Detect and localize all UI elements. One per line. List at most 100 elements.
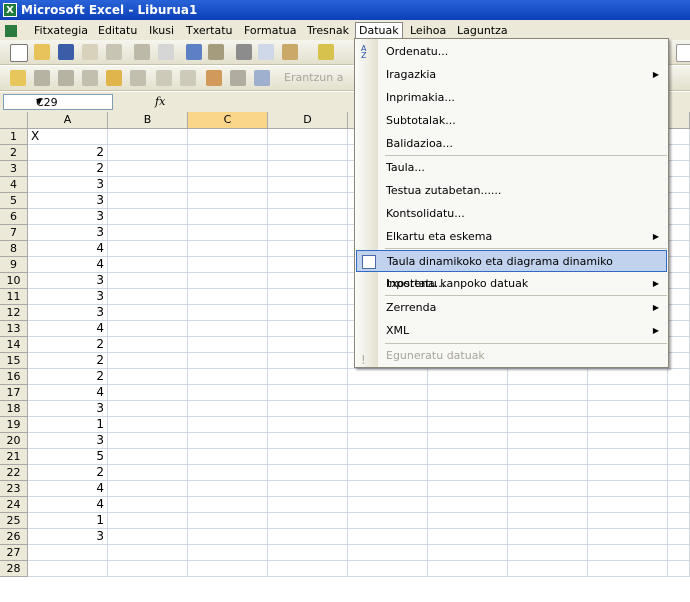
cell[interactable] bbox=[668, 529, 690, 545]
cell[interactable] bbox=[668, 305, 690, 321]
cell[interactable] bbox=[508, 481, 588, 497]
cell[interactable] bbox=[668, 481, 690, 497]
cell[interactable] bbox=[668, 289, 690, 305]
menu-tresnak[interactable]: Tresnak bbox=[304, 23, 352, 38]
cell[interactable] bbox=[668, 561, 690, 577]
cell[interactable] bbox=[108, 545, 188, 561]
cell[interactable] bbox=[428, 465, 508, 481]
row-header[interactable]: 21 bbox=[0, 449, 28, 465]
menu-editatu[interactable]: Editatu bbox=[95, 23, 140, 38]
cell[interactable] bbox=[348, 385, 428, 401]
cell[interactable] bbox=[668, 193, 690, 209]
cell[interactable] bbox=[108, 433, 188, 449]
cell[interactable] bbox=[108, 449, 188, 465]
menu-ikusi[interactable]: Ikusi bbox=[146, 23, 177, 38]
cell[interactable] bbox=[268, 529, 348, 545]
cell[interactable] bbox=[108, 289, 188, 305]
cell[interactable] bbox=[188, 337, 268, 353]
cell[interactable] bbox=[668, 257, 690, 273]
accept-icon[interactable] bbox=[206, 70, 222, 86]
cell[interactable] bbox=[428, 497, 508, 513]
cell-a[interactable]: 1 bbox=[28, 417, 108, 433]
cell[interactable] bbox=[348, 529, 428, 545]
spelling-icon[interactable] bbox=[186, 44, 202, 60]
cell[interactable] bbox=[108, 321, 188, 337]
menu-item-1[interactable]: A Z Ordenatu... bbox=[356, 41, 667, 63]
row-header[interactable]: 12 bbox=[0, 305, 28, 321]
menu-txertatu[interactable]: Txertatu bbox=[183, 23, 236, 38]
row-header[interactable]: 28 bbox=[0, 561, 28, 577]
row-header[interactable]: 22 bbox=[0, 465, 28, 481]
cell[interactable] bbox=[188, 369, 268, 385]
cell[interactable] bbox=[268, 513, 348, 529]
cell-a[interactable]: 3 bbox=[28, 289, 108, 305]
cell[interactable] bbox=[348, 561, 428, 577]
cell[interactable] bbox=[668, 401, 690, 417]
cell[interactable] bbox=[268, 161, 348, 177]
cell[interactable] bbox=[108, 369, 188, 385]
cell[interactable] bbox=[668, 417, 690, 433]
row-header[interactable]: 11 bbox=[0, 289, 28, 305]
cell[interactable] bbox=[508, 417, 588, 433]
cell[interactable] bbox=[108, 193, 188, 209]
row-header[interactable]: 16 bbox=[0, 369, 28, 385]
cell[interactable] bbox=[348, 513, 428, 529]
cell[interactable] bbox=[108, 417, 188, 433]
column-header-c[interactable]: C bbox=[188, 112, 268, 129]
menu-leihoa[interactable]: Leihoa bbox=[407, 23, 449, 38]
cell[interactable] bbox=[668, 337, 690, 353]
menu-item-12[interactable]: Zerrenda ▶ bbox=[356, 297, 667, 319]
cell[interactable] bbox=[268, 177, 348, 193]
row-header[interactable]: 24 bbox=[0, 497, 28, 513]
menu-item-9[interactable]: Elkartu eta eskema ▶ bbox=[356, 226, 667, 248]
cell[interactable] bbox=[428, 401, 508, 417]
cell-a[interactable]: 4 bbox=[28, 481, 108, 497]
cell[interactable] bbox=[188, 513, 268, 529]
cell[interactable] bbox=[668, 465, 690, 481]
reject-icon[interactable] bbox=[180, 70, 196, 86]
row-header[interactable]: 3 bbox=[0, 161, 28, 177]
cell[interactable] bbox=[188, 417, 268, 433]
cell[interactable] bbox=[668, 225, 690, 241]
cell[interactable] bbox=[108, 529, 188, 545]
cell[interactable] bbox=[188, 209, 268, 225]
cell[interactable] bbox=[188, 161, 268, 177]
cell[interactable] bbox=[268, 545, 348, 561]
cell[interactable] bbox=[668, 129, 690, 145]
cell[interactable] bbox=[348, 481, 428, 497]
chevron-down-icon[interactable]: ▼ bbox=[36, 97, 110, 106]
menu-item-4[interactable]: Subtotalak... bbox=[356, 110, 667, 132]
row-header[interactable]: 14 bbox=[0, 337, 28, 353]
cell[interactable] bbox=[108, 257, 188, 273]
cell[interactable] bbox=[108, 273, 188, 289]
cell[interactable] bbox=[508, 433, 588, 449]
cell-a[interactable]: 4 bbox=[28, 257, 108, 273]
cell-a[interactable]: 5 bbox=[28, 449, 108, 465]
show-comment-icon[interactable] bbox=[82, 70, 98, 86]
cell[interactable] bbox=[188, 289, 268, 305]
row-header[interactable]: 6 bbox=[0, 209, 28, 225]
cell-a[interactable] bbox=[28, 545, 108, 561]
cell[interactable] bbox=[508, 561, 588, 577]
folder-icon[interactable] bbox=[10, 70, 26, 86]
cell[interactable] bbox=[588, 465, 668, 481]
cell-a[interactable]: 3 bbox=[28, 177, 108, 193]
cell[interactable] bbox=[108, 305, 188, 321]
row-header[interactable]: 5 bbox=[0, 193, 28, 209]
cell[interactable] bbox=[188, 497, 268, 513]
function-icon[interactable]: fx bbox=[155, 95, 165, 108]
menu-item-7[interactable]: Testua zutabetan...... bbox=[356, 180, 667, 202]
delete-comment-icon[interactable] bbox=[130, 70, 146, 86]
cut-icon[interactable] bbox=[236, 44, 252, 60]
cell[interactable] bbox=[268, 225, 348, 241]
email-icon[interactable] bbox=[106, 44, 122, 60]
cell[interactable] bbox=[668, 449, 690, 465]
cell[interactable] bbox=[188, 385, 268, 401]
cell[interactable] bbox=[268, 497, 348, 513]
row-header[interactable]: 20 bbox=[0, 433, 28, 449]
menu-laguntza[interactable]: Laguntza bbox=[454, 23, 511, 38]
cell[interactable] bbox=[108, 481, 188, 497]
cell[interactable] bbox=[108, 225, 188, 241]
cell-a[interactable]: 3 bbox=[28, 193, 108, 209]
cell[interactable] bbox=[508, 369, 588, 385]
